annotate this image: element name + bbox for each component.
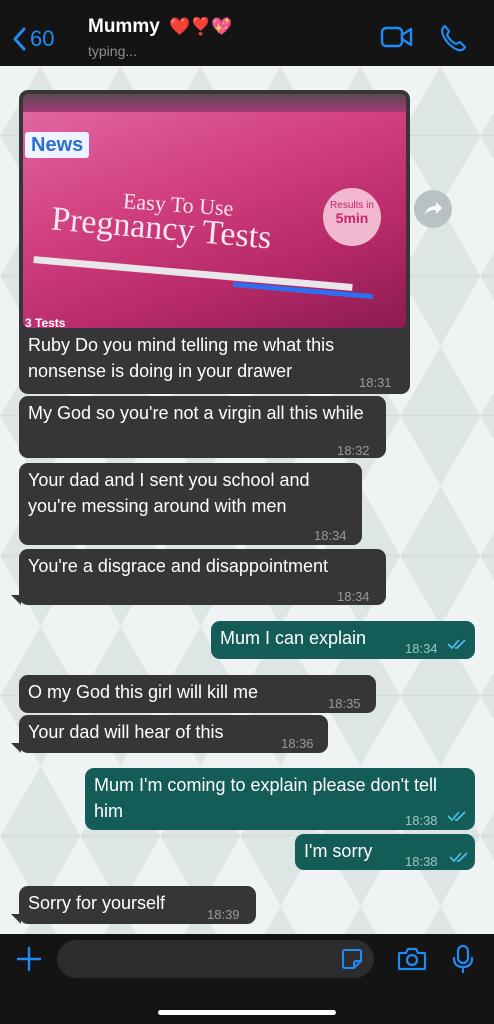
message-text: Mum I can explain xyxy=(220,628,367,648)
message-time: 18:32 xyxy=(337,443,370,458)
double-tick-icon xyxy=(449,852,468,863)
message-time: 18:34 xyxy=(405,641,438,656)
chat-header: 60 Mummy ❤️❣️💖 typing... xyxy=(0,0,494,66)
message-text: Your dad will hear of this xyxy=(28,722,224,742)
message-text: Ruby Do you mind telling me what this no… xyxy=(28,335,335,381)
forward-icon xyxy=(425,202,442,215)
message-time: 18:31 xyxy=(359,375,392,390)
photo-badge-bottom: 5min xyxy=(335,210,369,226)
outgoing-message-bubble[interactable]: I'm sorry 18:38 xyxy=(295,834,475,870)
incoming-message-bubble[interactable]: Sorry for yourself 18:39 xyxy=(11,886,256,924)
phone-icon[interactable] xyxy=(440,24,466,52)
pregnancy-test-photo[interactable]: News Easy To Use Pregnancy Tests Results… xyxy=(23,94,406,328)
contact-name-area[interactable]: Mummy ❤️❣️💖 xyxy=(88,16,233,38)
unread-count: 60 xyxy=(30,26,55,51)
sticker-icon[interactable] xyxy=(341,948,363,970)
message-text: O my God this girl will kill me xyxy=(28,682,259,702)
message-time: 18:38 xyxy=(405,854,438,869)
bubble-tail xyxy=(11,595,21,605)
message-time: 18:34 xyxy=(337,589,370,604)
back-button[interactable]: 60 xyxy=(12,26,54,52)
message-time: 18:35 xyxy=(328,696,361,711)
photo-news-label: News xyxy=(25,132,90,158)
message-time: 18:34 xyxy=(314,528,347,543)
incoming-message-bubble[interactable]: My God so you're not a virgin all this w… xyxy=(19,396,386,458)
message-time: 18:39 xyxy=(207,907,240,922)
message-text: Sorry for yourself xyxy=(28,893,166,913)
incoming-message-bubble[interactable]: Your dad and I sent you school and you'r… xyxy=(19,463,362,545)
incoming-message-bubble[interactable]: You're a disgrace and disappointment 18:… xyxy=(11,549,386,605)
contact-emojis: ❤️❣️💖 xyxy=(169,17,233,36)
message-time: 18:36 xyxy=(281,736,314,751)
microphone-icon[interactable] xyxy=(452,944,474,974)
double-tick-icon xyxy=(447,811,466,822)
message-text: You're a disgrace and disappointment xyxy=(28,556,328,576)
photo-line2: Pregnancy Tests xyxy=(49,200,274,257)
message-text: I'm sorry xyxy=(304,841,373,861)
image-message-bubble[interactable]: News Easy To Use Pregnancy Tests Results… xyxy=(19,90,410,394)
photo-count: 3 Tests xyxy=(25,316,66,328)
message-text: My God so you're not a virgin all this w… xyxy=(28,403,364,423)
double-tick-icon xyxy=(447,639,466,650)
chat-area[interactable]: News Easy To Use Pregnancy Tests Results… xyxy=(0,66,494,934)
bubble-tail xyxy=(11,914,21,924)
message-input[interactable] xyxy=(57,940,374,978)
home-indicator xyxy=(158,1010,336,1015)
video-call-icon[interactable] xyxy=(380,24,414,50)
photo-test-strip xyxy=(33,256,353,291)
incoming-message-bubble[interactable]: O my God this girl will kill me 18:35 xyxy=(19,675,376,713)
camera-icon[interactable] xyxy=(397,946,427,972)
outgoing-message-bubble[interactable]: Mum I can explain 18:34 xyxy=(211,621,475,659)
message-time: 18:38 xyxy=(405,813,438,828)
back-chevron-icon xyxy=(13,27,26,51)
incoming-message-bubble[interactable]: Your dad will hear of this 18:36 xyxy=(11,715,328,753)
bubble-tail xyxy=(11,743,21,753)
outgoing-message-bubble[interactable]: Mum I'm coming to explain please don't t… xyxy=(85,768,475,830)
message-text: Your dad and I sent you school and you'r… xyxy=(28,470,310,516)
forward-button[interactable] xyxy=(414,190,452,228)
typing-status: typing... xyxy=(88,43,138,59)
plus-icon[interactable] xyxy=(16,946,42,972)
photo-badge: Results in 5min xyxy=(323,188,381,246)
contact-name: Mummy xyxy=(88,16,160,37)
